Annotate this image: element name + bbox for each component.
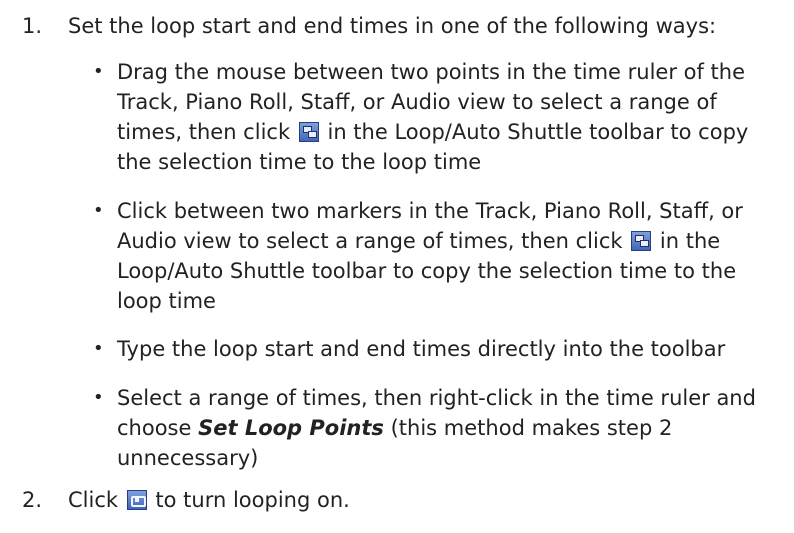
bullet-item-drag-ruler: • Drag the mouse between two points in t… [93, 57, 783, 177]
step-text-before: Click [68, 488, 119, 512]
bullet-marker: • [93, 200, 104, 221]
loop-toggle-icon [126, 490, 147, 510]
bullet-marker: • [93, 338, 104, 359]
bullet-text: Click between two markers in the Track, … [117, 196, 783, 316]
step-text: Click to turn looping on. [68, 485, 350, 515]
bullet-item-set-loop-points: • Select a range of times, then right-cl… [93, 383, 783, 473]
bullet-text: Type the loop start and end times direct… [117, 337, 726, 361]
bullet-emphasis: Set Loop Points [198, 416, 384, 440]
step-number: 2. [22, 488, 43, 512]
step-text-after: to turn looping on. [155, 488, 350, 512]
bullet-item-type-times: • Type the loop start and end times dire… [93, 334, 783, 364]
selection-to-loop-icon [631, 231, 652, 251]
step-text: Set the loop start and end times in one … [68, 14, 717, 38]
bullet-item-click-markers: • Click between two markers in the Track… [93, 196, 783, 316]
bullet-text: Drag the mouse between two points in the… [117, 57, 783, 177]
step-number: 1. [22, 14, 43, 38]
selection-to-loop-icon [298, 122, 319, 142]
bullet-marker: • [93, 387, 104, 408]
bullet-marker: • [93, 61, 104, 82]
bullet-text: Select a range of times, then right-clic… [117, 383, 783, 473]
